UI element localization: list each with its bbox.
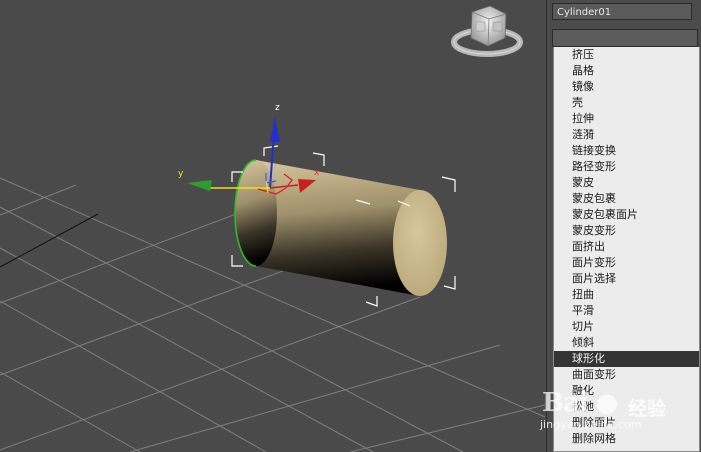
modifier-list-item[interactable]: 倾斜 (554, 335, 699, 351)
modifier-list-item[interactable]: 晶格 (554, 63, 699, 79)
z-axis-label: z (275, 103, 280, 113)
modifier-list-item[interactable]: 面挤出 (554, 239, 699, 255)
modifier-list-item[interactable]: 壳 (554, 95, 699, 111)
x-axis-label: x (314, 168, 320, 178)
cylinder-object[interactable] (234, 159, 447, 296)
perspective-viewport[interactable]: z y x (0, 0, 546, 452)
modifier-list-item[interactable]: 蒙皮变形 (554, 223, 699, 239)
modifier-list-item[interactable]: 删除面片 (554, 415, 699, 431)
modifier-list-item[interactable]: 面片变形 (554, 255, 699, 271)
modifier-list-item[interactable]: 路径变形 (554, 159, 699, 175)
modifier-list-item[interactable]: 链接变换 (554, 143, 699, 159)
modifier-list-item[interactable]: 蒙皮 (554, 175, 699, 191)
cylinder-end-cap (393, 190, 447, 296)
modifier-list-item[interactable]: 曲面变形 (554, 367, 699, 383)
modifier-list-item[interactable]: 面片选择 (554, 271, 699, 287)
modifier-list-item[interactable]: 挤压 (554, 47, 699, 63)
modifier-list-dropdown[interactable] (552, 29, 698, 47)
modifier-list-item[interactable]: 松弛 (554, 399, 699, 415)
viewcube-icon[interactable] (451, 5, 523, 57)
modifier-list-item[interactable]: 切片 (554, 319, 699, 335)
modifier-list-item[interactable]: 蒙皮包裹面片 (554, 207, 699, 223)
modifier-list-item[interactable]: 融化 (554, 383, 699, 399)
modifier-list-item[interactable]: 蒙皮包裹 (554, 191, 699, 207)
viewport-scene[interactable]: z y x (0, 0, 546, 452)
command-panel: Cylinder01 挤压 晶格 镜像壳拉伸 涟漪 链接变换 路径变形 蒙皮 蒙皮包裹 蒙皮包裹… (546, 0, 701, 452)
modifier-list-item[interactable]: 拉伸 (554, 111, 699, 127)
modifier-list-item[interactable]: 镜像 (554, 79, 699, 95)
modifier-list-item[interactable]: 涟漪 (554, 127, 699, 143)
modifier-list[interactable]: 挤压 晶格 镜像壳拉伸 涟漪 链接变换 路径变形 蒙皮 蒙皮包裹 蒙皮包裹面片 蒙皮变形 面挤出 面片… (553, 47, 700, 452)
modifier-list-item[interactable]: 扭曲 (554, 287, 699, 303)
y-axis-arrow-icon[interactable] (187, 180, 212, 191)
y-axis-label: y (178, 169, 184, 179)
modifier-list-item[interactable]: 删除网格 (554, 431, 699, 447)
modifier-list-item[interactable]: 球形化 (554, 351, 699, 367)
z-axis-arrow-icon[interactable] (270, 119, 280, 142)
modifier-list-item[interactable]: 平滑 (554, 303, 699, 319)
object-name-field[interactable]: Cylinder01 (552, 3, 692, 20)
